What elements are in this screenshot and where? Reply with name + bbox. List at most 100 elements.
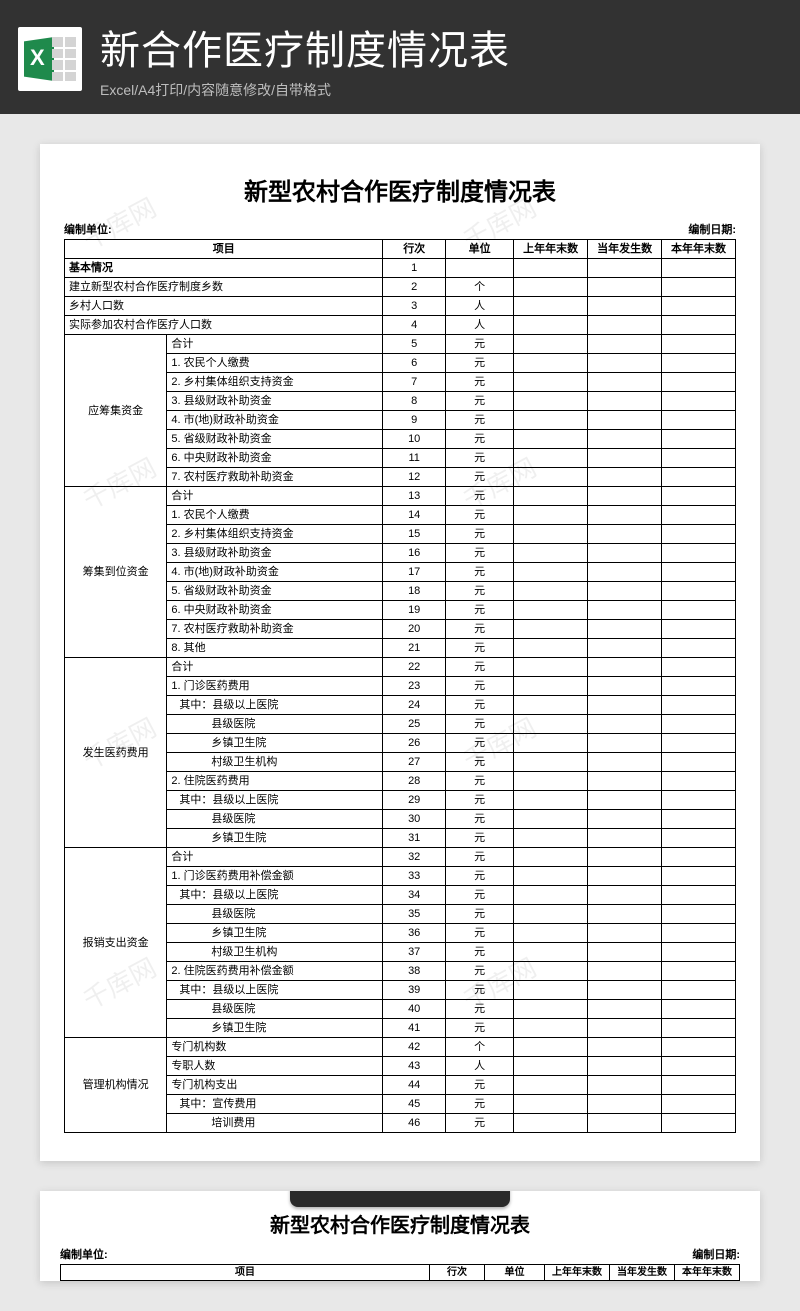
data-cell [588,487,662,506]
data-cell [588,1019,662,1038]
row-label: 村级卫生机构 [167,753,383,772]
table-header-row: 项目 行次 单位 上年年末数 当年发生数 本年年末数 [61,1265,740,1281]
data-cell [662,1057,736,1076]
data-cell [588,1000,662,1019]
data-cell [588,354,662,373]
row-unit: 元 [445,829,513,848]
data-cell [588,905,662,924]
row-unit: 元 [445,468,513,487]
table-header-row: 项目 行次 单位 上年年末数 当年发生数 本年年末数 [65,240,736,259]
org-label: 编制单位: [60,1246,108,1262]
row-unit: 元 [445,943,513,962]
row-unit: 元 [445,962,513,981]
data-cell [662,525,736,544]
row-number: 38 [383,962,446,981]
row-number: 19 [383,601,446,620]
row-number: 42 [383,1038,446,1057]
data-cell [662,829,736,848]
data-cell [514,259,588,278]
data-cell [514,449,588,468]
row-number: 44 [383,1076,446,1095]
table-row: 筹集到位资金合计13元 [65,487,736,506]
row-unit: 元 [445,734,513,753]
row-number: 45 [383,1095,446,1114]
row-unit: 元 [445,430,513,449]
col-item: 项目 [61,1265,430,1281]
data-cell [588,924,662,943]
data-cell [662,924,736,943]
row-unit: 元 [445,886,513,905]
row-label: 基本情况 [61,1281,430,1282]
row-unit: 元 [445,924,513,943]
row-unit: 元 [445,696,513,715]
row-number: 8 [383,392,446,411]
document-preview-2: 新型农村合作医疗制度情况表 编制单位: 编制日期: 项目 行次 单位 上年年末数… [40,1191,760,1281]
row-number: 36 [383,924,446,943]
data-cell [514,468,588,487]
row-number: 6 [383,354,446,373]
row-label: 合计 [167,487,383,506]
row-label: 建立新型农村合作医疗制度乡数 [65,278,383,297]
data-cell [662,1038,736,1057]
data-cell [588,335,662,354]
data-cell [514,1114,588,1133]
data-cell [514,639,588,658]
row-unit: 个 [445,278,513,297]
row-unit: 元 [445,620,513,639]
row-number: 23 [383,677,446,696]
row-unit: 个 [445,1038,513,1057]
data-cell [514,620,588,639]
org-label: 编制单位: [64,221,112,237]
row-number: 26 [383,734,446,753]
row-label: 专门机构数 [167,1038,383,1057]
data-cell [588,715,662,734]
data-cell [588,658,662,677]
row-number: 5 [383,335,446,354]
row-unit: 元 [445,753,513,772]
data-cell [675,1281,740,1282]
data-cell [662,582,736,601]
data-cell [662,563,736,582]
data-cell [514,905,588,924]
row-number: 37 [383,943,446,962]
table-row: 发生医药费用合计22元 [65,658,736,677]
row-unit: 元 [445,449,513,468]
col-item: 项目 [65,240,383,259]
data-cell [588,316,662,335]
data-cell [662,487,736,506]
data-cell [662,867,736,886]
row-label: 8. 其他 [167,639,383,658]
row-unit: 元 [445,791,513,810]
row-label: 县级医院 [167,905,383,924]
data-cell [514,772,588,791]
data-cell [662,373,736,392]
row-label: 乡镇卫生院 [167,924,383,943]
data-cell [514,544,588,563]
data-cell [545,1281,610,1282]
row-label: 村级卫生机构 [167,943,383,962]
row-unit: 元 [445,1076,513,1095]
data-cell [514,392,588,411]
data-cell [514,1019,588,1038]
row-number: 15 [383,525,446,544]
data-cell [662,544,736,563]
row-label: 专门机构支出 [167,1076,383,1095]
excel-icon [18,27,82,91]
data-cell [662,316,736,335]
data-cell [514,677,588,696]
data-cell [662,772,736,791]
row-label: 乡镇卫生院 [167,1019,383,1038]
row-number: 41 [383,1019,446,1038]
row-label: 合计 [167,848,383,867]
row-number: 3 [383,297,446,316]
data-cell [588,734,662,753]
data-cell [588,848,662,867]
data-cell [588,753,662,772]
data-cell [514,316,588,335]
col-unit: 单位 [485,1265,545,1281]
data-cell [588,639,662,658]
row-label: 县级医院 [167,715,383,734]
row-label: 其中：县级以上医院 [167,886,383,905]
row-number: 22 [383,658,446,677]
data-cell [588,981,662,1000]
